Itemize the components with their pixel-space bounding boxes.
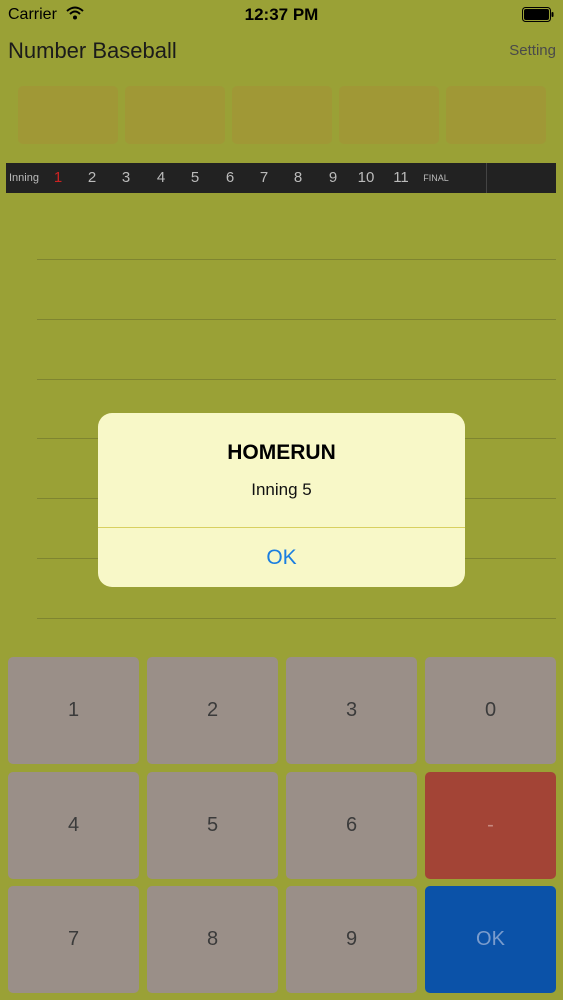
alert-dialog: HOMERUN Inning 5 OK [98, 413, 465, 587]
alert-message: Inning 5 [251, 480, 312, 499]
alert-title: HOMERUN [227, 441, 336, 464]
alert-ok-button[interactable]: OK [98, 528, 465, 587]
